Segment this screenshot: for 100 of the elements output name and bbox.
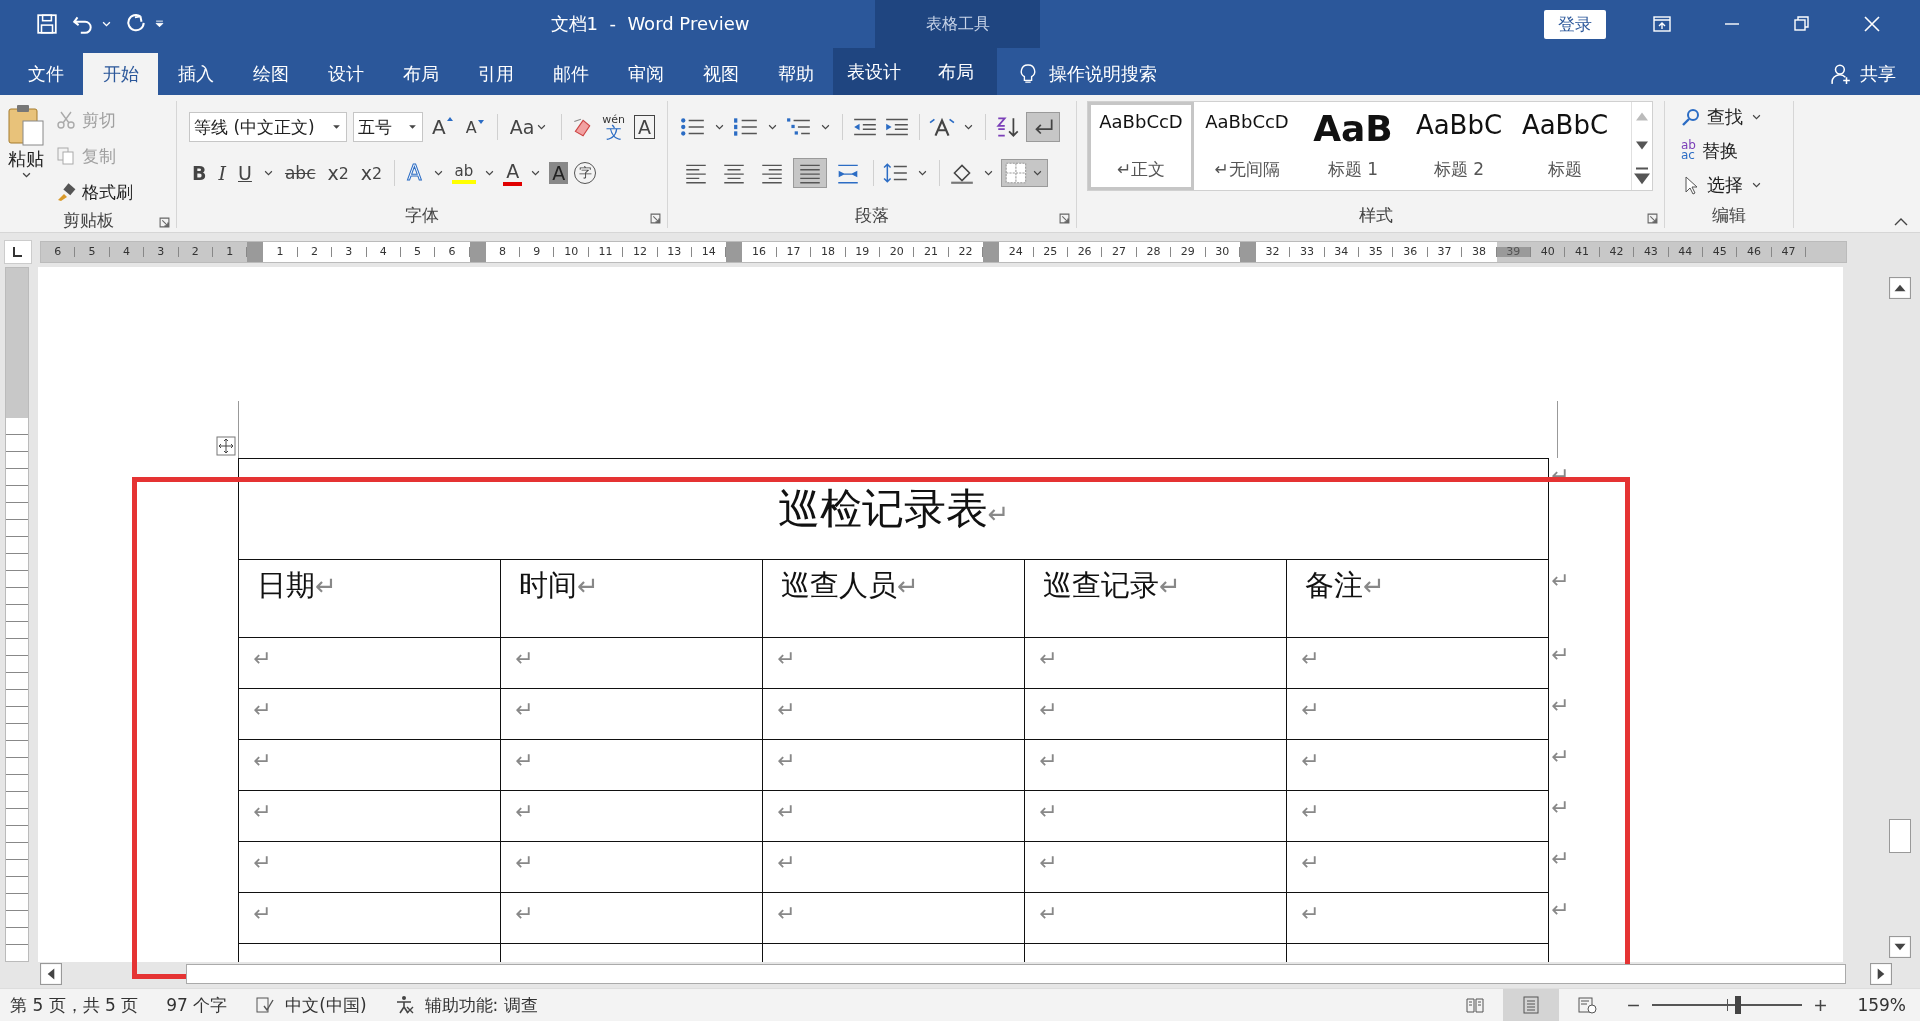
scroll-left-icon[interactable]: [40, 963, 62, 985]
ruler-marker[interactable]: [983, 242, 1000, 262]
underline-button[interactable]: U: [235, 162, 255, 184]
scroll-thumb[interactable]: [1889, 819, 1911, 853]
style-item[interactable]: AaBbC 标题: [1512, 102, 1618, 190]
style-item[interactable]: AaB 标题 1: [1300, 102, 1406, 190]
change-case-button[interactable]: Aa: [506, 116, 553, 138]
zoom-level[interactable]: 159%: [1857, 995, 1906, 1015]
paragraph-mark-icon[interactable]: [1027, 113, 1059, 141]
zoom-thumb[interactable]: [1734, 996, 1741, 1014]
dialog-launcher-icon[interactable]: [650, 213, 661, 224]
ribbon-tab[interactable]: 文件: [8, 53, 83, 95]
ruler-marker[interactable]: [726, 242, 743, 262]
save-icon[interactable]: [36, 13, 58, 35]
caret-icon[interactable]: [984, 168, 993, 178]
login-button[interactable]: 登录: [1544, 9, 1606, 39]
horizontal-scrollbar[interactable]: [40, 963, 1892, 985]
restore-icon[interactable]: [1792, 14, 1812, 34]
share-button[interactable]: 共享: [1830, 53, 1896, 95]
ribbon-tab[interactable]: 设计: [308, 53, 383, 95]
ribbon-display-icon[interactable]: [1652, 14, 1672, 34]
caret-icon[interactable]: [263, 168, 273, 178]
caret-icon[interactable]: [821, 122, 830, 132]
sort-icon[interactable]: [995, 116, 1021, 138]
zoom-in-icon[interactable]: [1814, 998, 1828, 1012]
style-item[interactable]: AaBbCcD ↵无间隔: [1194, 102, 1300, 190]
shading-button[interactable]: A: [549, 162, 569, 184]
scroll-down-icon[interactable]: [1889, 936, 1911, 958]
accessibility-status[interactable]: 辅助功能: 调查: [424, 993, 538, 1017]
italic-button[interactable]: I: [215, 162, 229, 184]
ribbon-tab[interactable]: 邮件: [533, 53, 608, 95]
collapse-ribbon-icon[interactable]: [1894, 218, 1908, 226]
dialog-launcher-icon[interactable]: [1059, 213, 1070, 224]
caret-icon[interactable]: [964, 122, 973, 132]
caret-icon[interactable]: [768, 122, 777, 132]
paint-bucket-icon[interactable]: [949, 162, 975, 184]
shrink-font-button[interactable]: A: [462, 117, 488, 137]
customize-caret-icon[interactable]: [155, 19, 164, 29]
bullets-icon[interactable]: [680, 116, 706, 138]
caret-icon[interactable]: [485, 168, 495, 178]
tell-me-search[interactable]: 操作说明搜索: [1019, 53, 1157, 95]
align-justify-icon[interactable]: [794, 159, 826, 187]
scroll-right-icon[interactable]: [1870, 963, 1892, 985]
dialog-launcher-icon[interactable]: [159, 217, 170, 228]
ruler-marker[interactable]: [469, 242, 486, 262]
caret-icon[interactable]: [715, 122, 724, 132]
ribbon-tab[interactable]: 帮助: [758, 53, 833, 95]
dialog-launcher-icon[interactable]: [1647, 213, 1658, 224]
caret-icon[interactable]: [918, 168, 927, 178]
highlight-button[interactable]: ab: [451, 162, 477, 184]
ribbon-tab[interactable]: 布局: [383, 53, 458, 95]
ribbon-tab[interactable]: 绘图: [233, 53, 308, 95]
close-icon[interactable]: [1862, 14, 1882, 34]
line-spacing-icon[interactable]: [883, 162, 909, 184]
status-text[interactable]: 97 个字: [166, 993, 228, 1017]
find-button[interactable]: 查找: [1681, 103, 1793, 131]
caret-icon[interactable]: [102, 19, 111, 29]
style-item[interactable]: AaBbCcD ↵正文: [1088, 102, 1194, 190]
group-label: 样式: [1358, 203, 1393, 227]
caret-icon[interactable]: [531, 168, 541, 178]
grow-font-button[interactable]: A: [429, 115, 457, 139]
clipboard-command[interactable]: 格式刷: [56, 177, 133, 207]
style-name: 标题: [1548, 158, 1582, 181]
style-item[interactable]: AaBbC 标题 2: [1406, 102, 1512, 190]
paste-button[interactable]: 粘贴: [6, 103, 46, 207]
ribbon-tab[interactable]: 布局: [915, 48, 997, 95]
increase-indent-icon[interactable]: [884, 116, 910, 138]
character-border-button[interactable]: A: [634, 115, 656, 139]
language-status[interactable]: 中文(中国): [285, 993, 367, 1017]
ribbon-tab[interactable]: 审阅: [608, 53, 683, 95]
zoom-slider[interactable]: [1652, 995, 1803, 1015]
ribbon-tab[interactable]: 开始: [83, 53, 158, 95]
ribbon-tab[interactable]: 视图: [683, 53, 758, 95]
ribbon-tab[interactable]: 引用: [458, 53, 533, 95]
scroll-up-icon[interactable]: [1889, 277, 1911, 299]
caret-icon[interactable]: [433, 168, 443, 178]
select-button[interactable]: 选择: [1681, 171, 1793, 199]
ruler-marker[interactable]: [1239, 242, 1256, 262]
ruler-marker[interactable]: [247, 242, 264, 262]
ribbon-tab[interactable]: 插入: [158, 53, 233, 95]
ruler-number: 35: [1359, 247, 1394, 257]
scroll-thumb[interactable]: [186, 964, 1846, 984]
numbering-icon[interactable]: [733, 116, 759, 138]
font-size-field[interactable]: 五号: [353, 112, 423, 142]
ribbon-tab[interactable]: 表设计: [833, 48, 915, 95]
proofing-icon[interactable]: [255, 995, 276, 1015]
tab-selector[interactable]: [4, 240, 32, 264]
font-name-field[interactable]: 等线 (中文正文): [189, 112, 347, 142]
accessibility-icon[interactable]: [394, 995, 415, 1015]
decrease-indent-icon[interactable]: [852, 116, 878, 138]
font-color-button[interactable]: A: [503, 160, 523, 186]
paintbrush-icon: [56, 182, 76, 202]
bold-button[interactable]: B: [189, 162, 210, 184]
multilevel-list-icon[interactable]: [786, 116, 812, 138]
column-header: 备注↵: [1286, 559, 1549, 638]
table-move-handle-icon[interactable]: [216, 436, 236, 456]
phonetic-guide-button[interactable]: wén 文: [599, 113, 629, 141]
text-direction-icon[interactable]: [929, 116, 955, 138]
status-text[interactable]: 第 5 页，共 5 页: [10, 993, 139, 1017]
strikethrough-button[interactable]: abc: [281, 163, 319, 183]
